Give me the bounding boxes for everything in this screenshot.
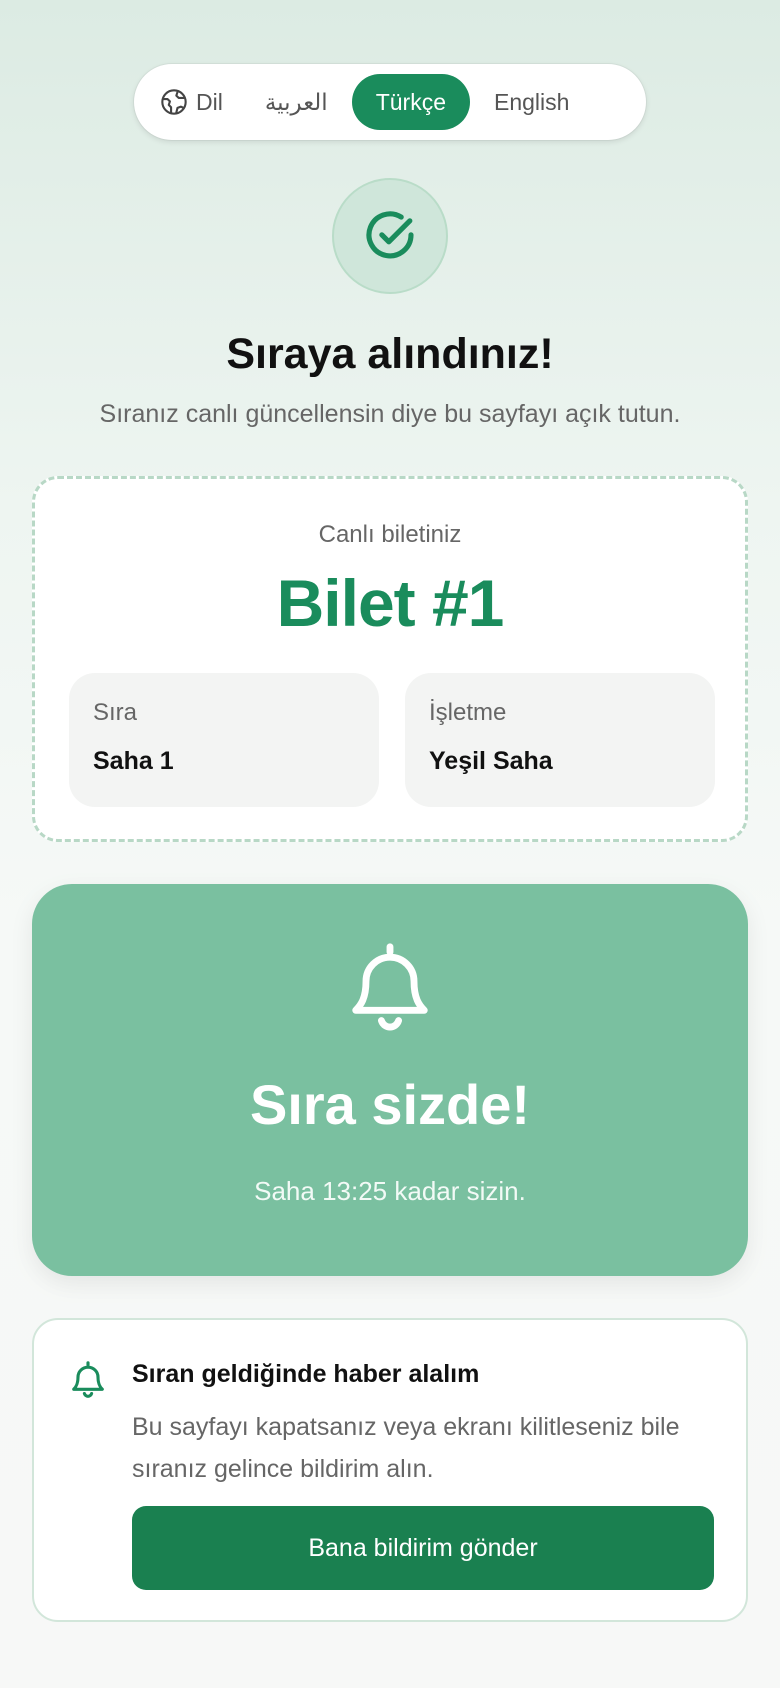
your-turn-card: Sıra sizde! Saha 13:25 kadar sizin.: [32, 884, 748, 1276]
language-option-arabic[interactable]: العربية: [241, 74, 352, 130]
language-option-english[interactable]: English: [470, 74, 593, 130]
ticket-card: Canlı biletiniz Bilet #1 Sıra Saha 1 İşl…: [32, 476, 748, 842]
your-turn-subtitle: Saha 13:25 kadar sizin.: [254, 1176, 526, 1206]
language-switcher: Dil العربية Türkçe English: [134, 64, 646, 140]
bell-icon: [72, 1361, 104, 1398]
notification-description: Bu sayfayı kapatsanız veya ekranı kilitl…: [132, 1413, 680, 1483]
queue-info: Sıra Saha 1: [69, 673, 379, 807]
page-title: Sıraya alındınız!: [226, 330, 554, 378]
business-info: İşletme Yeşil Saha: [405, 673, 715, 807]
globe-icon: [161, 89, 187, 115]
notification-title: Sıran geldiğinde haber alalım: [132, 1360, 480, 1388]
language-label: Dil: [142, 88, 241, 116]
queue-value: Saha 1: [93, 747, 174, 775]
language-option-turkish[interactable]: Türkçe: [351, 74, 470, 130]
enable-notifications-button[interactable]: Bana bildirim gönder: [132, 1506, 714, 1590]
page-subtitle: Sıranız canlı güncellensin diye bu sayfa…: [99, 400, 681, 428]
notification-card: Sıran geldiğinde haber alalım Bu sayfayı…: [32, 1318, 748, 1622]
bell-icon: [352, 943, 428, 1031]
check-circle-icon: [366, 211, 414, 259]
your-turn-title: Sıra sizde!: [249, 1073, 531, 1136]
success-badge: [332, 178, 448, 294]
language-label-text: Dil: [196, 88, 223, 115]
business-key: İşletme: [429, 699, 507, 726]
queue-key: Sıra: [93, 699, 138, 726]
ticket-label: Canlı biletiniz: [318, 521, 462, 548]
business-value: Yeşil Saha: [429, 747, 553, 775]
ticket-number: Bilet #1: [276, 566, 505, 640]
